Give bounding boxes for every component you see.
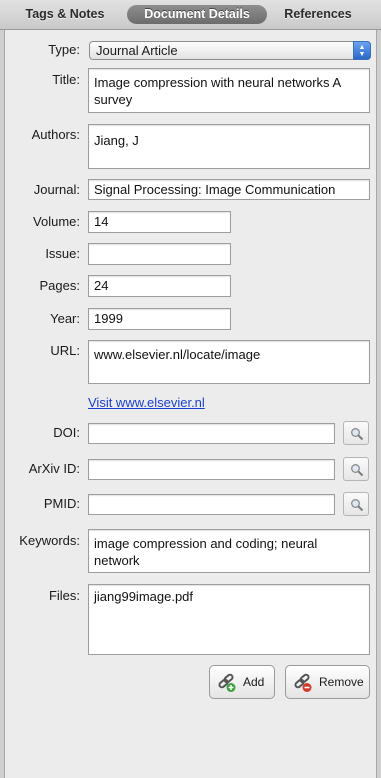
link-remove-icon [294,673,312,692]
pages-field[interactable]: 24 [88,275,231,297]
tab-tags-notes[interactable]: Tags & Notes [20,5,110,24]
keywords-field[interactable]: image compression and coding; neural net… [88,529,370,573]
pages-label: Pages: [39,278,80,293]
authors-field[interactable]: Jiang, J [88,124,370,169]
volume-label: Volume: [33,214,80,229]
volume-field[interactable]: 14 [88,211,231,233]
visit-url-link[interactable]: Visit www.elsevier.nl [88,395,205,410]
doi-lookup-button[interactable] [343,421,369,445]
files-list[interactable]: jiang99image.pdf [88,584,370,655]
document-details-panel: Type: Journal Article ▲ ▼ Title: Image co… [4,30,377,778]
type-label: Type: [48,42,80,57]
add-file-button[interactable]: Add [209,665,275,699]
magnifier-icon [351,428,364,441]
title-label: Title: [52,72,80,87]
issue-field[interactable] [88,243,231,265]
type-select[interactable]: Journal Article ▲ ▼ [89,41,371,60]
arxiv-lookup-button[interactable] [343,457,369,481]
add-button-label: Add [243,675,265,689]
doi-label: DOI: [53,425,80,440]
magnifier-icon [351,499,364,512]
url-field[interactable]: www.elsevier.nl/locate/image [88,340,370,384]
year-label: Year: [50,311,80,326]
url-label: URL: [50,343,80,358]
doi-field[interactable] [88,423,335,444]
title-field[interactable]: Image compression with neural networks A… [88,68,370,113]
keywords-label: Keywords: [19,533,80,548]
link-add-icon [218,673,236,692]
arxiv-field[interactable] [88,459,335,480]
files-label: Files: [48,588,80,603]
remove-button-label: Remove [319,675,364,689]
authors-label: Authors: [31,127,80,142]
tab-document-details[interactable]: Document Details [127,5,267,24]
remove-file-button[interactable]: Remove [285,665,370,699]
file-item[interactable]: jiang99image.pdf [94,588,364,605]
journal-label: Journal: [33,182,80,197]
pmid-label: PMID: [43,496,80,511]
journal-field[interactable]: Signal Processing: Image Communication [88,179,370,200]
arxiv-label: ArXiv ID: [28,461,80,476]
year-field[interactable]: 1999 [88,308,231,330]
tab-references[interactable]: References [278,5,358,24]
type-select-value: Journal Article [96,43,178,58]
select-arrows-icon: ▲ ▼ [353,41,371,60]
issue-label: Issue: [45,246,80,261]
magnifier-icon [351,464,364,477]
pmid-field[interactable] [88,494,335,515]
tab-bar: Tags & Notes Document Details References [0,0,381,30]
pmid-lookup-button[interactable] [343,492,369,516]
